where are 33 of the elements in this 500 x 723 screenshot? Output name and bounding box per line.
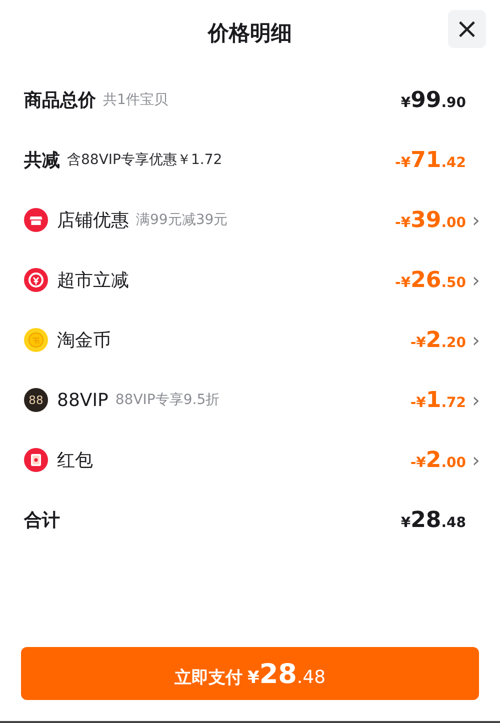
coupon-icon	[24, 268, 48, 292]
row-label: 商品总价	[24, 89, 96, 112]
shop-icon	[24, 208, 48, 232]
price-amount: -¥71.42	[395, 148, 466, 172]
chevron-icon[interactable]: ›	[466, 268, 500, 292]
row-label: 合计	[24, 509, 60, 532]
price-amount: -¥2.20	[410, 328, 466, 352]
price-amount: -¥39.00	[395, 208, 466, 232]
chevron-icon[interactable]: ›	[466, 208, 500, 232]
row-note: 88VIP专享9.5折	[115, 391, 220, 409]
row-note: 共1件宝贝	[103, 91, 168, 109]
coin-icon	[24, 328, 48, 352]
pay-button[interactable]: 立即支付 ¥28.48	[21, 647, 479, 700]
row-note: 满99元减39元	[136, 211, 228, 229]
vip-icon: 88	[24, 388, 48, 412]
chevron-icon[interactable]: ›	[466, 388, 500, 412]
chevron-icon[interactable]: ›	[466, 448, 500, 472]
price-amount: ¥99.90	[400, 88, 466, 112]
row-label: 店铺优惠	[57, 209, 129, 232]
row-label: 88VIP	[57, 390, 108, 410]
row-label: 淘金币	[57, 329, 111, 352]
price-amount: -¥2.00	[410, 448, 466, 472]
chevron-icon[interactable]: ›	[466, 328, 500, 352]
row-label: 红包	[57, 449, 93, 472]
price-amount: ¥28.48	[400, 508, 466, 532]
row-note: 含88VIP专享优惠￥1.72	[67, 151, 222, 169]
envelope-icon	[24, 448, 48, 472]
close-button[interactable]: ×	[448, 10, 486, 48]
row-label: 超市立减	[57, 269, 129, 292]
row-label: 共减	[24, 149, 60, 172]
sheet-title: 价格明细	[208, 20, 292, 47]
price-amount: -¥26.50	[395, 268, 466, 292]
price-amount: -¥1.72	[410, 388, 466, 412]
